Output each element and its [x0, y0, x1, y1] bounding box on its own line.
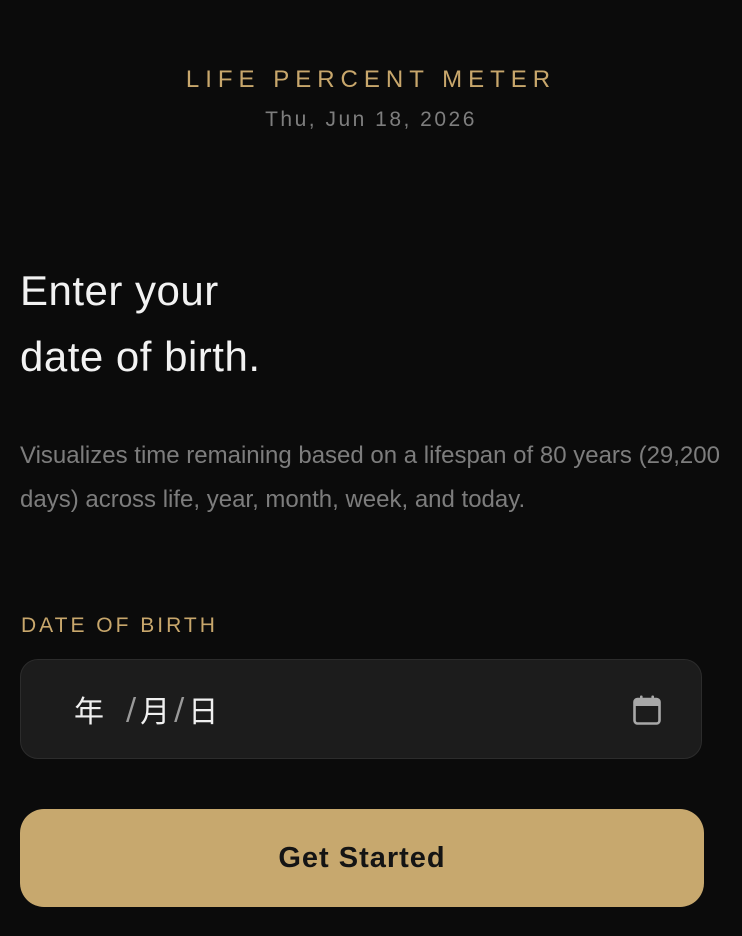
dob-month-segment[interactable]: 月: [140, 687, 170, 731]
dob-day-segment[interactable]: 日: [188, 687, 218, 731]
app-screen: LIFE PERCENT METER Thu, Jun 18, 2026 Ent…: [0, 0, 742, 936]
brand-title: LIFE PERCENT METER: [185, 66, 557, 93]
get-started-button[interactable]: Get Started: [20, 809, 704, 907]
dob-field-label: DATE OF BIRTH: [21, 614, 218, 637]
page-headline: Enter your date of birth.: [20, 258, 720, 390]
dob-year-segment[interactable]: 年: [74, 687, 104, 731]
headline-line-1: Enter your: [20, 267, 219, 314]
current-date: Thu, Jun 18, 2026: [265, 108, 477, 131]
dob-date-segments: 年 / 月 / 日: [74, 660, 218, 758]
headline-line-2: date of birth.: [20, 333, 261, 380]
dob-separator: /: [126, 691, 137, 727]
dob-date-input[interactable]: 年 / 月 / 日: [20, 659, 702, 759]
dob-separator: /: [174, 691, 185, 727]
calendar-icon[interactable]: [633, 695, 661, 725]
intro-description: Visualizes time remaining based on a lif…: [20, 442, 720, 513]
